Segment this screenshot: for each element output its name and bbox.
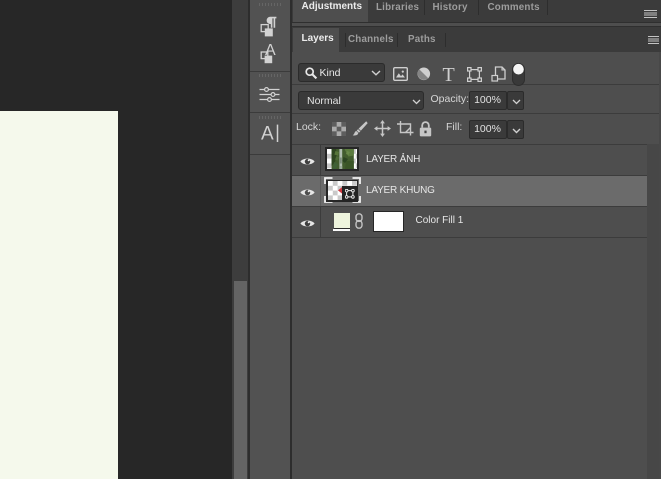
svg-text:A: A: [261, 124, 274, 145]
